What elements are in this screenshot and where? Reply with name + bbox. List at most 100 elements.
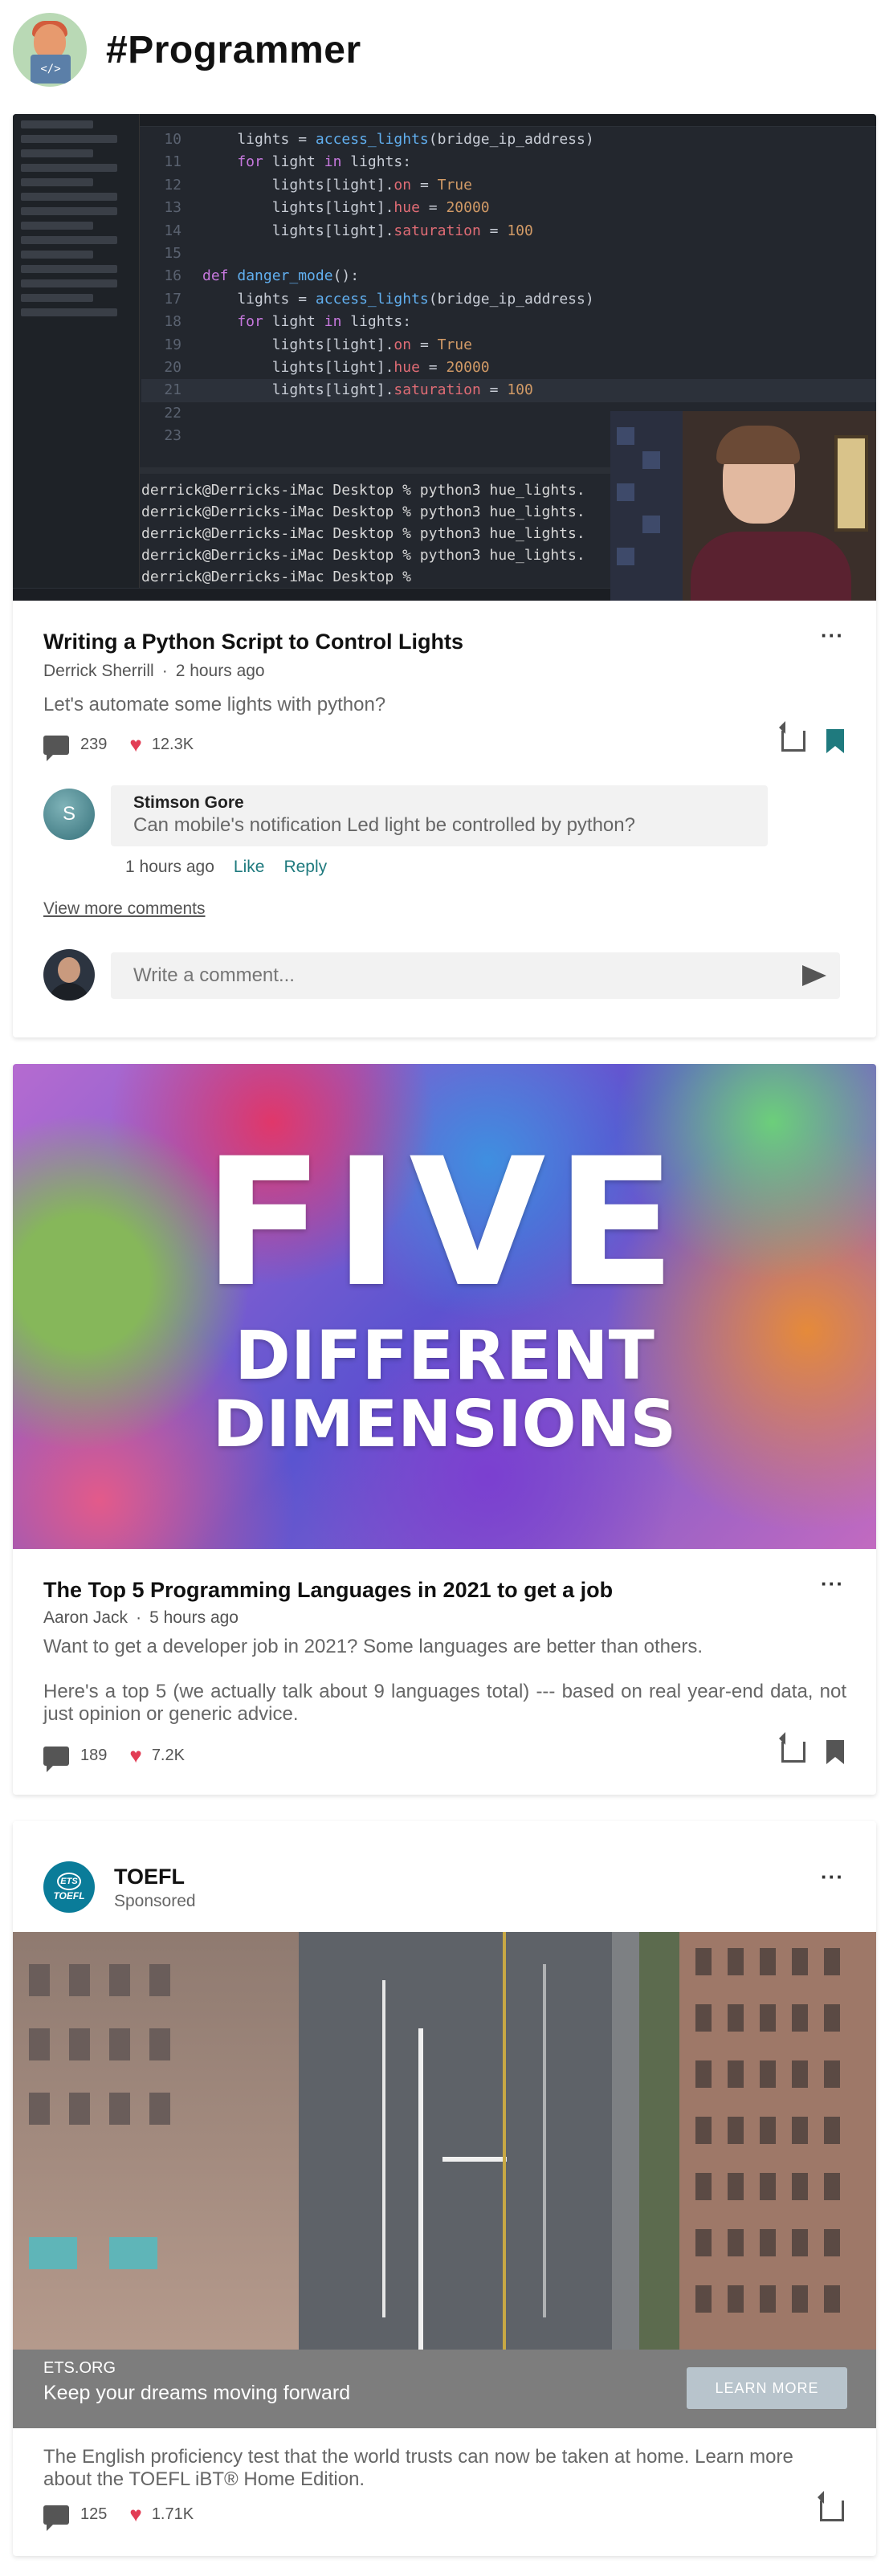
toefl-logo[interactable]: ETS TOEFL xyxy=(43,1861,95,1913)
code-token: on xyxy=(394,336,412,353)
code-token: danger_mode xyxy=(237,267,333,285)
comment-like-button[interactable]: Like xyxy=(234,858,265,877)
comment-icon[interactable] xyxy=(43,735,69,761)
more-options-icon[interactable]: ··· xyxy=(821,1571,844,1596)
terminal-line: derrick@Derricks-iMac Desktop % python3 … xyxy=(141,547,585,564)
comment-icon[interactable] xyxy=(43,1746,69,1772)
post-title[interactable]: The Top 5 Programming Languages in 2021 … xyxy=(43,1578,613,1603)
terminal-line: derrick@Derricks-iMac Desktop % xyxy=(141,569,411,585)
code-token: lights[light]. xyxy=(202,336,394,353)
my-avatar xyxy=(43,949,95,1001)
code-token: lights: xyxy=(350,153,412,171)
code-token: saturation xyxy=(394,381,481,399)
ad-url[interactable]: ETS.ORG xyxy=(43,2359,116,2378)
comment-reply-button[interactable]: Reply xyxy=(283,858,327,877)
post-card: FIVE DIFFERENT DIMENSIONS The Top 5 Prog… xyxy=(13,1064,876,1795)
post-card: 10 lights = access_lights(bridge_ip_addr… xyxy=(13,114,876,1037)
code-token: True xyxy=(437,336,472,353)
comment-icon[interactable] xyxy=(43,2505,69,2531)
toefl-logo-text: TOEFL xyxy=(53,1890,85,1901)
code-token: lights[light]. xyxy=(202,176,394,194)
code-token: for xyxy=(202,313,272,331)
share-icon[interactable] xyxy=(781,1742,805,1763)
comment-author[interactable]: Stimson Gore xyxy=(133,793,745,813)
learn-more-button[interactable]: LEARN MORE xyxy=(687,2367,847,2409)
video-thumbnail[interactable]: FIVE DIFFERENT DIMENSIONS xyxy=(13,1064,876,1549)
code-token: (bridge_ip_address) xyxy=(428,131,594,148)
line-number: 19 xyxy=(164,336,181,353)
code-line: 20 lights[light].hue = 20000 xyxy=(141,357,876,379)
advertiser-name[interactable]: TOEFL xyxy=(114,1865,185,1889)
comment-bubble: Stimson Gore Can mobile's notification L… xyxy=(111,785,768,846)
code-line: 15 xyxy=(141,243,876,265)
code-token: (bridge_ip_address) xyxy=(428,290,594,308)
code-token: 100 xyxy=(507,381,533,399)
terminal-output: derrick@Derricks-iMac Desktop % python3 … xyxy=(141,479,623,588)
comment-text: Can mobile's notification Led light be c… xyxy=(133,814,635,836)
code-line: 13 lights[light].hue = 20000 xyxy=(141,197,876,219)
terminal-line: derrick@Derricks-iMac Desktop % python3 … xyxy=(141,525,585,542)
code-line: 12 lights[light].on = True xyxy=(141,174,876,197)
post-time: 5 hours ago xyxy=(149,1608,239,1627)
bookmark-icon[interactable] xyxy=(826,1740,844,1764)
line-number: 15 xyxy=(164,245,181,263)
code-token: = xyxy=(419,359,447,377)
line-number: 14 xyxy=(164,222,181,239)
code-token: light xyxy=(271,313,324,331)
code-token: light xyxy=(271,153,324,171)
thumbnail-text-dimensions: DIMENSIONS xyxy=(212,1387,677,1461)
ide-file-tree xyxy=(13,114,140,601)
heart-icon[interactable]: ♥ xyxy=(129,732,141,757)
video-thumbnail[interactable]: 10 lights = access_lights(bridge_ip_addr… xyxy=(13,114,876,601)
commenter-avatar[interactable]: S xyxy=(43,789,95,840)
post-stats: 189 ♥ 7.2K xyxy=(43,1743,185,1772)
code-line: 16 def danger_mode(): xyxy=(141,265,876,287)
code-token: lights = xyxy=(202,290,316,308)
view-more-comments-link[interactable]: View more comments xyxy=(43,899,206,919)
line-number: 16 xyxy=(164,267,181,285)
heart-icon[interactable]: ♥ xyxy=(129,1743,141,1768)
ad-description: The English proficiency test that the wo… xyxy=(43,2446,793,2490)
ad-tagline: Keep your dreams moving forward xyxy=(43,2382,351,2404)
webcam-overlay xyxy=(610,411,876,601)
comments-count: 189 xyxy=(80,1747,108,1764)
line-number: 20 xyxy=(164,359,181,377)
comment-actions: 1 hours ago Like Reply xyxy=(125,858,327,877)
likes-count: 7.2K xyxy=(151,1747,185,1764)
heart-icon[interactable]: ♥ xyxy=(129,2502,141,2527)
sponsored-label: Sponsored xyxy=(114,1892,196,1910)
line-number: 11 xyxy=(164,153,181,171)
share-icon[interactable] xyxy=(820,2501,844,2521)
likes-count: 12.3K xyxy=(151,736,194,753)
code-line: 14 lights[light].saturation = 100 xyxy=(141,220,876,243)
line-number: 21 xyxy=(164,381,181,399)
post-meta: Derrick Sherrill · 2 hours ago xyxy=(43,662,265,680)
code-token: 20000 xyxy=(446,359,490,377)
line-number: 13 xyxy=(164,199,181,217)
share-icon[interactable] xyxy=(781,731,805,752)
ad-cta-bar: ETS.ORG Keep your dreams moving forward … xyxy=(13,2350,876,2428)
channel-header: </> #Programmer xyxy=(13,13,876,87)
post-author[interactable]: Aaron Jack xyxy=(43,1608,128,1627)
post-title[interactable]: Writing a Python Script to Control Light… xyxy=(43,630,463,654)
code-token: = xyxy=(411,176,438,194)
post-author[interactable]: Derrick Sherrill xyxy=(43,662,154,680)
send-icon[interactable] xyxy=(802,965,826,986)
terminal-line: derrick@Derricks-iMac Desktop % python3 … xyxy=(141,503,585,520)
post-description: Let's automate some lights with python? xyxy=(43,694,386,715)
more-options-icon[interactable]: ··· xyxy=(821,623,844,648)
code-line: 11 for light in lights: xyxy=(141,151,876,173)
code-token: (): xyxy=(332,267,360,285)
code-token: def xyxy=(202,267,238,285)
programmer-avatar-icon[interactable]: </> xyxy=(13,13,87,87)
more-options-icon[interactable]: ··· xyxy=(821,1865,844,1889)
ad-image[interactable] xyxy=(13,1932,876,2350)
comment-input[interactable] xyxy=(111,952,840,999)
post-actions xyxy=(820,2501,844,2521)
comments-count: 239 xyxy=(80,736,108,753)
bookmark-icon[interactable] xyxy=(826,729,844,753)
code-token: lights = xyxy=(202,131,316,148)
sponsored-card: ETS TOEFL TOEFL Sponsored ··· ETS.ORG Ke… xyxy=(13,1821,876,2556)
thumbnail-text-different: DIFFERENT xyxy=(234,1316,655,1395)
code-token: 20000 xyxy=(446,199,490,217)
